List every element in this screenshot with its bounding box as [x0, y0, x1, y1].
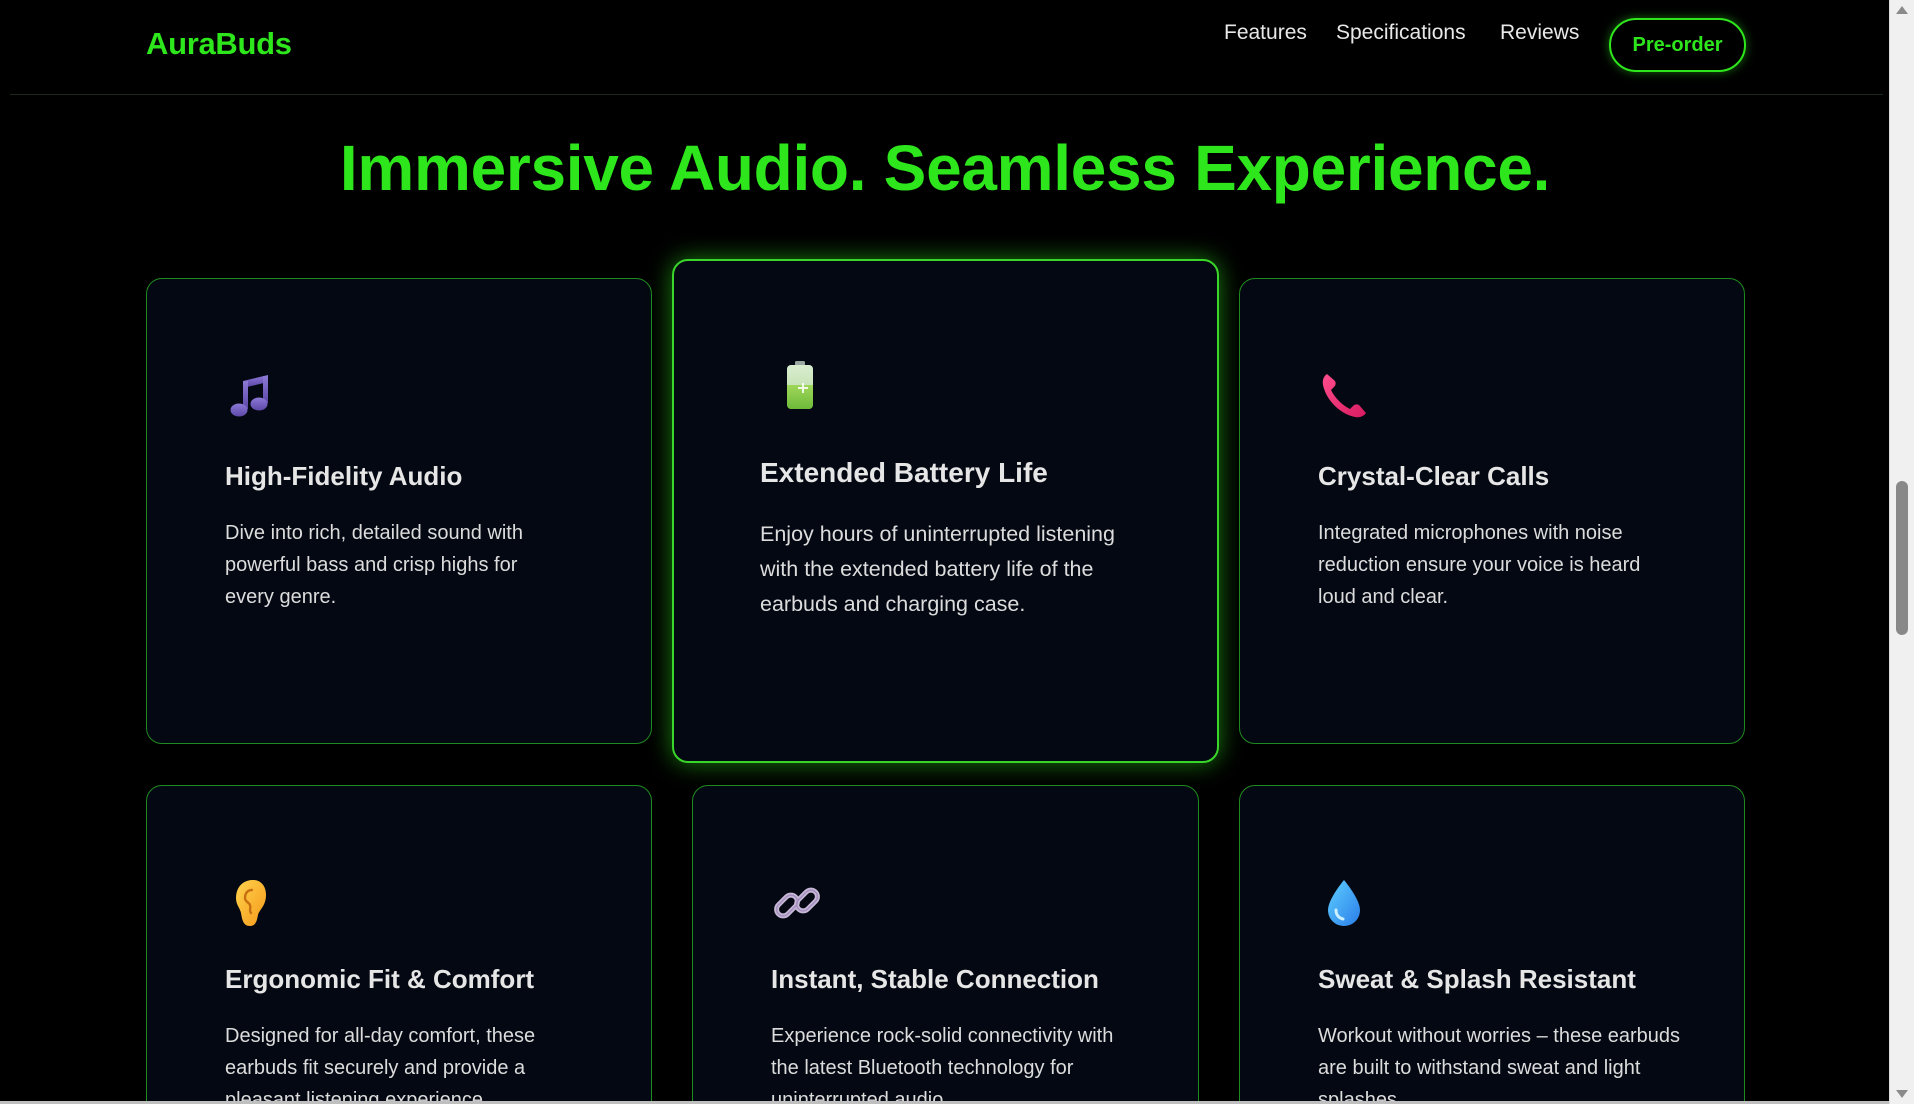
- feature-title: Ergonomic Fit & Comfort: [225, 964, 535, 994]
- music-note-icon: [230, 375, 268, 417]
- site-header: AuraBuds Features Specifications Reviews…: [10, 0, 1883, 95]
- feature-card: Ergonomic Fit & Comfort Designed for all…: [146, 785, 652, 1104]
- ear-icon: [236, 880, 266, 926]
- feature-card: Sweat & Splash Resistant Workout without…: [1239, 785, 1745, 1104]
- feature-title: High-Fidelity Audio: [225, 461, 463, 491]
- feature-description: Experience rock-solid connectivity with …: [771, 1025, 1114, 1104]
- feature-description: Enjoy hours of uninterrupted listening w…: [760, 522, 1115, 616]
- feature-title: Extended Battery Life: [760, 457, 1048, 488]
- feature-card-highlighted: Extended Battery Life Enjoy hours of uni…: [672, 259, 1219, 763]
- feature-card: Instant, Stable Connection Experience ro…: [692, 785, 1199, 1104]
- feature-description: Dive into rich, detailed sound with powe…: [225, 522, 523, 608]
- scroll-up-arrow-icon[interactable]: [1896, 6, 1908, 14]
- feature-description: Integrated microphones with noise reduct…: [1318, 522, 1641, 608]
- phone-icon: [1322, 374, 1366, 418]
- scrollbar-thumb[interactable]: [1896, 481, 1908, 635]
- scroll-down-arrow-icon[interactable]: [1896, 1090, 1908, 1098]
- brand-logo[interactable]: AuraBuds: [146, 26, 292, 62]
- feature-description: Designed for all-day comfort, these earb…: [225, 1025, 536, 1104]
- feature-title: Instant, Stable Connection: [771, 964, 1099, 994]
- droplet-icon: [1328, 880, 1360, 926]
- preorder-button[interactable]: Pre-order: [1609, 18, 1746, 72]
- link-icon: [774, 887, 820, 919]
- nav-link-reviews[interactable]: Reviews: [1500, 21, 1579, 45]
- vertical-scrollbar[interactable]: [1889, 0, 1914, 1104]
- nav-link-specifications[interactable]: Specifications: [1336, 21, 1466, 45]
- feature-card: Crystal-Clear Calls Integrated microphon…: [1239, 278, 1745, 744]
- feature-description: Workout without worries – these earbuds …: [1318, 1025, 1681, 1104]
- feature-title: Crystal-Clear Calls: [1318, 461, 1550, 491]
- feature-card: High-Fidelity Audio Dive into rich, deta…: [146, 278, 652, 744]
- page: AuraBuds Features Specifications Reviews…: [0, 0, 1914, 1104]
- section-title: Immersive Audio. Seamless Experience.: [339, 132, 1551, 204]
- feature-title: Sweat & Splash Resistant: [1318, 964, 1636, 994]
- nav-link-features[interactable]: Features: [1224, 21, 1307, 45]
- battery-icon: [787, 361, 813, 409]
